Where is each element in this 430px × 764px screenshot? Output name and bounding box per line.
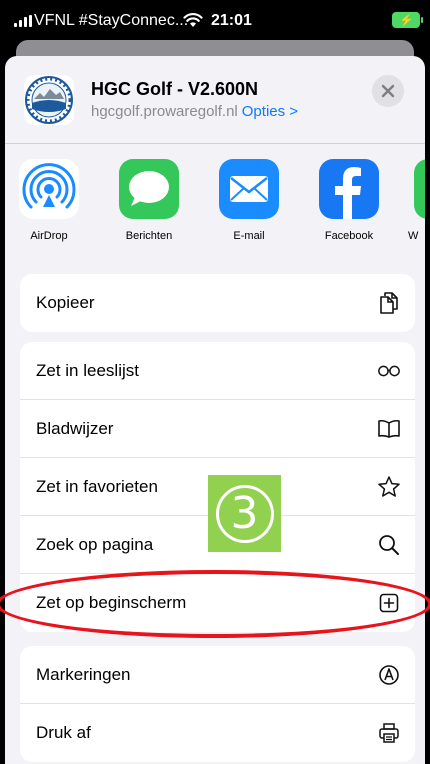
- action-label: Zoek op pagina: [36, 534, 154, 554]
- header-divider: [5, 143, 425, 144]
- copy-group: Kopieer: [20, 274, 415, 332]
- glasses-icon: [377, 359, 401, 383]
- action-label: Zet in leeslijst: [36, 360, 139, 380]
- app-label: Berichten: [125, 230, 173, 242]
- app-label: AirDrop: [30, 230, 68, 242]
- app-messages[interactable]: Berichten: [113, 159, 185, 242]
- app-airdrop[interactable]: AirDrop: [13, 159, 85, 242]
- highlight-ring: [0, 570, 430, 638]
- markup-icon: [377, 663, 401, 687]
- facebook-icon: [319, 159, 379, 219]
- clock: 21:01: [211, 12, 252, 29]
- app-share-row: AirDrop Berichten E-mail Facebook W: [5, 159, 425, 261]
- charging-bolt: ⚡: [399, 13, 414, 27]
- battery-icon: ⚡: [392, 12, 423, 28]
- action-copy[interactable]: Kopieer: [20, 274, 415, 332]
- step-number-badge: 3: [208, 475, 281, 552]
- carrier-name: VFNL #StayConnec...: [34, 12, 189, 29]
- more-actions-group: Markeringen Druk af: [20, 646, 415, 762]
- action-bookmark[interactable]: Bladwijzer: [20, 400, 415, 458]
- action-label: Bladwijzer: [36, 418, 114, 438]
- action-label: Druk af: [36, 723, 91, 742]
- page-title: HGC Golf - V2.600N: [91, 79, 259, 99]
- star-icon: [377, 475, 401, 499]
- app-facebook[interactable]: Facebook: [313, 159, 385, 242]
- airdrop-icon: [19, 159, 79, 219]
- close-button[interactable]: [372, 75, 404, 107]
- wifi-icon: [183, 12, 203, 33]
- whatsapp-icon: [414, 159, 425, 219]
- page-subtitle: hgcgolf.prowaregolf.nl Opties >: [91, 103, 298, 120]
- share-sheet: HGC Golf - V2.600N hgcgolf.prowaregolf.n…: [5, 56, 425, 764]
- action-label: Kopieer: [36, 293, 95, 312]
- magnifier-icon: [377, 533, 401, 557]
- signal-icon: [14, 15, 32, 27]
- options-link[interactable]: Opties >: [242, 103, 298, 120]
- status-bar: VFNL #StayConnec... 21:01 ⚡: [0, 0, 430, 44]
- site-logo-icon: [24, 75, 74, 125]
- printer-icon: [377, 721, 401, 745]
- action-label: Markeringen: [36, 664, 131, 684]
- action-reading-list[interactable]: Zet in leeslijst: [20, 342, 415, 400]
- app-label: E-mail: [233, 230, 265, 242]
- action-label: Zet in favorieten: [36, 476, 158, 496]
- book-icon: [377, 417, 401, 441]
- app-label: Facebook: [324, 230, 374, 242]
- copy-icon: [377, 291, 401, 315]
- page-domain: hgcgolf.prowaregolf.nl: [91, 103, 238, 120]
- close-icon: [381, 84, 395, 98]
- action-print[interactable]: Druk af: [20, 704, 415, 762]
- app-whatsapp[interactable]: W: [408, 159, 425, 242]
- mail-icon: [219, 159, 279, 219]
- messages-icon: [119, 159, 179, 219]
- step-number: 3: [215, 484, 274, 543]
- app-mail[interactable]: E-mail: [213, 159, 285, 242]
- share-sheet-header: HGC Golf - V2.600N hgcgolf.prowaregolf.n…: [5, 56, 425, 143]
- app-label: W: [408, 230, 419, 242]
- action-markup[interactable]: Markeringen: [20, 646, 415, 704]
